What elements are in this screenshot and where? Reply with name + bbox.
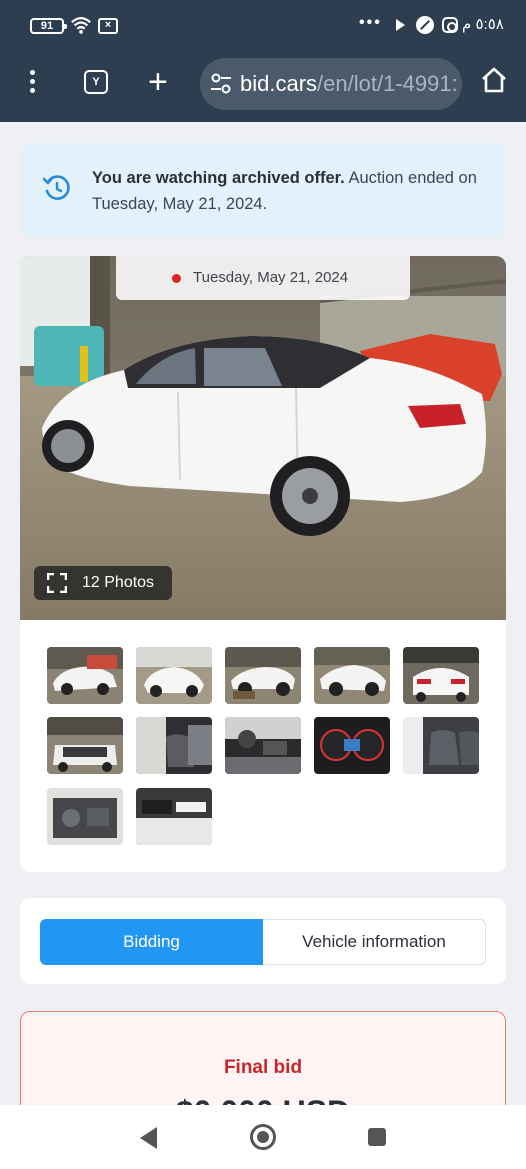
thumbnail-3[interactable] xyxy=(225,647,301,704)
recent-apps-icon[interactable] xyxy=(368,1128,386,1146)
auction-date-text: Tuesday, May 21, 2024 xyxy=(193,269,349,286)
sim-off-icon: × xyxy=(98,18,118,34)
final-bid-card: Final bid $0,000 USD xyxy=(20,1011,506,1105)
final-bid-label: Final bid xyxy=(223,1057,303,1078)
auction-date-badge: Tuesday, May 21, 2024 xyxy=(116,256,410,300)
thumbnail-2[interactable] xyxy=(136,647,212,704)
site-settings-icon[interactable] xyxy=(210,72,232,96)
tabs-icon[interactable]: Y xyxy=(84,70,108,94)
page-content: You are watching archived offer. Auction… xyxy=(0,122,526,1105)
tab-bidding[interactable]: Bidding xyxy=(40,919,263,965)
address-bar[interactable]: bid.cars/en/lot/1-4991: xyxy=(200,58,462,110)
new-tab-icon[interactable]: + xyxy=(148,62,168,102)
play-icon xyxy=(396,19,405,31)
fullscreen-icon xyxy=(47,573,67,593)
back-icon[interactable] xyxy=(140,1127,157,1149)
url-host: bid.cars xyxy=(240,71,318,96)
system-navigation-bar xyxy=(0,1105,526,1169)
tab-vehicle-information[interactable]: Vehicle information xyxy=(263,919,486,965)
thumbnail-11[interactable] xyxy=(47,788,123,845)
thumbnail-9[interactable] xyxy=(314,717,390,774)
status-dot xyxy=(172,274,181,283)
battery-icon: 91 xyxy=(30,18,67,34)
home-button-icon[interactable] xyxy=(250,1124,276,1150)
photo-gallery: Tuesday, May 21, 2024 12 Photos xyxy=(20,256,506,872)
thumbnail-4[interactable] xyxy=(314,647,390,704)
thumbnail-1[interactable] xyxy=(47,647,123,704)
thumbnail-8[interactable] xyxy=(225,717,301,774)
home-icon[interactable] xyxy=(480,66,508,94)
url-path: /en/lot/1-4991: xyxy=(317,71,458,96)
more-notifications-icon: ••• xyxy=(359,14,382,31)
url-text[interactable]: bid.cars/en/lot/1-4991: xyxy=(240,71,458,97)
history-icon xyxy=(42,175,70,200)
thumbnail-12[interactable] xyxy=(136,788,212,845)
thumbnail-6[interactable] xyxy=(47,717,123,774)
browser-toolbar: Y + bid.cars/en/lot/1-4991: xyxy=(0,54,526,122)
app-icon xyxy=(416,16,434,34)
thumbnail-5[interactable] xyxy=(403,647,479,704)
main-photo[interactable]: Tuesday, May 21, 2024 12 Photos xyxy=(20,256,506,620)
view-photos-button[interactable]: 12 Photos xyxy=(34,566,172,600)
status-bar: 91 × ••• ٥:٥٨ م xyxy=(0,0,526,54)
lot-tabs: Bidding Vehicle information xyxy=(20,898,506,984)
final-bid-amount: $0,000 USD xyxy=(21,1094,505,1105)
wifi-icon xyxy=(71,17,91,34)
archived-notice: You are watching archived offer. Auction… xyxy=(20,143,506,237)
thumbnail-10[interactable] xyxy=(403,717,479,774)
notice-text: You are watching archived offer. Auction… xyxy=(92,165,492,217)
thumbnail-7[interactable] xyxy=(136,717,212,774)
menu-icon[interactable] xyxy=(26,70,38,100)
clock: ٥:٥٨ م xyxy=(462,16,504,33)
photos-count-label: 12 Photos xyxy=(82,574,155,591)
instagram-icon xyxy=(442,17,458,33)
notice-bold: You are watching archived offer. xyxy=(92,169,345,187)
